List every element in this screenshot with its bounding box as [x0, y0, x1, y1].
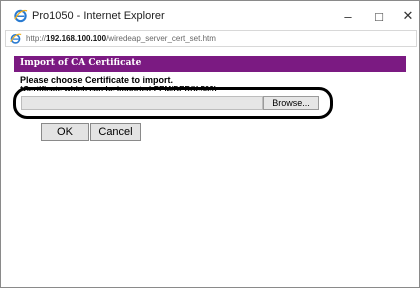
close-button[interactable]: ✕: [397, 5, 419, 27]
section-header: Import of CA Certificate: [14, 56, 406, 72]
ok-button[interactable]: OK: [41, 123, 89, 141]
internet-explorer-icon: [14, 9, 28, 23]
internet-explorer-icon: [10, 33, 22, 44]
address-url: http://192.168.100.100/wiredeap_server_c…: [26, 34, 216, 43]
title-bar: Pro1050 - Internet Explorer – □ ✕: [1, 1, 419, 31]
import-prompt: Please choose Certificate to import.: [20, 75, 174, 85]
address-bar[interactable]: http://192.168.100.100/wiredeap_server_c…: [5, 30, 417, 47]
maximize-button[interactable]: □: [368, 5, 390, 27]
url-host: 192.168.100.100: [46, 34, 107, 43]
url-path: /wiredeap_server_cert_set.htm: [106, 34, 216, 43]
highlight-oval: [13, 87, 333, 119]
minimize-button[interactable]: –: [337, 5, 359, 27]
browser-window: Pro1050 - Internet Explorer – □ ✕ http:/…: [0, 0, 420, 288]
cancel-button[interactable]: Cancel: [90, 123, 141, 141]
url-prefix: http://: [26, 34, 47, 43]
section-title: Import of CA Certificate: [20, 58, 142, 68]
window-title: Pro1050 - Internet Explorer: [32, 10, 165, 22]
